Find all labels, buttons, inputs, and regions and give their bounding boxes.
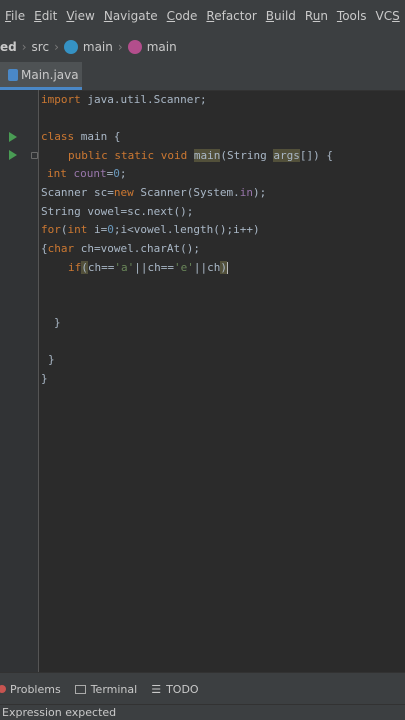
status-bar: Expression expected	[0, 704, 405, 720]
menu-navigate[interactable]: Navigate	[104, 9, 158, 23]
fold-icon[interactable]	[31, 152, 38, 159]
code-line-7: for(int i=0;i<vowel.length();i++)	[41, 223, 260, 236]
breadcrumb-folder[interactable]: src	[32, 40, 50, 54]
chevron-right-icon: ›	[21, 40, 27, 54]
code-line-8: {char ch=vowel.charAt();	[41, 242, 200, 255]
menu-file[interactable]: File	[5, 9, 25, 23]
code-line-4: int count=0;	[47, 167, 127, 180]
menu-build[interactable]: Build	[266, 9, 296, 23]
breadcrumb-package[interactable]: main	[83, 40, 113, 54]
menu-bar: File Edit View Navigate Code Refactor Bu…	[0, 0, 405, 32]
editor-tabs: Main.java	[0, 62, 405, 91]
tab-label: Main.java	[21, 67, 79, 82]
menu-vcs[interactable]: VCS	[376, 9, 400, 23]
menu-tools[interactable]: Tools	[337, 9, 367, 23]
code-line-11: }	[48, 353, 55, 366]
menu-refactor[interactable]: Refactor	[206, 9, 256, 23]
problems-tool-button[interactable]: Problems	[0, 683, 61, 696]
problems-label: Problems	[10, 682, 61, 696]
menu-run[interactable]: Run	[305, 9, 328, 23]
chevron-right-icon: ›	[54, 40, 59, 54]
menu-code[interactable]: Code	[167, 9, 198, 23]
main-method-name: main	[193, 149, 221, 162]
package-icon	[63, 40, 78, 54]
text-caret	[227, 262, 228, 274]
todo-tool-button[interactable]: ☰ TODO	[151, 683, 198, 696]
run-icon[interactable]	[9, 150, 17, 160]
code-editor[interactable]: import java.util.Scanner; class main { p…	[39, 90, 405, 672]
tab-main-java[interactable]: Main.java	[0, 62, 82, 90]
terminal-tool-button[interactable]: Terminal	[74, 682, 138, 696]
todo-icon: ☰	[151, 682, 162, 696]
breadcrumb-class[interactable]: main	[147, 40, 177, 54]
menu-view[interactable]: View	[66, 9, 94, 23]
editor-gutter	[0, 90, 39, 672]
run-icon[interactable]	[9, 132, 17, 142]
code-line-3: public static void main(String args[]) {	[68, 149, 333, 162]
code-line-5: Scanner sc=new Scanner(System.in);	[41, 186, 267, 199]
code-line-10: }	[54, 316, 61, 329]
code-line-1: import java.util.Scanner;	[41, 93, 207, 106]
terminal-icon	[74, 684, 86, 694]
breadcrumb-project[interactable]: ed	[0, 40, 17, 54]
code-line-12: }	[41, 372, 48, 385]
tool-window-bar: Problems Terminal ☰ TODO	[0, 672, 405, 705]
problems-icon	[0, 685, 6, 693]
breadcrumb: ed › src › main › main	[0, 32, 405, 62]
args-param: args	[273, 149, 300, 162]
code-line-2: class main {	[41, 130, 121, 143]
code-line-9: if(ch=='a'||ch=='e'||ch)	[68, 261, 228, 274]
code-line-6: String vowel=sc.next();	[41, 205, 194, 218]
terminal-label: Terminal	[90, 682, 138, 696]
menu-edit[interactable]: Edit	[34, 9, 57, 23]
chevron-right-icon: ›	[117, 40, 123, 54]
status-message: Expression expected	[2, 706, 117, 719]
todo-label: TODO	[166, 682, 199, 696]
method-icon	[127, 40, 142, 54]
java-file-icon	[8, 68, 18, 81]
